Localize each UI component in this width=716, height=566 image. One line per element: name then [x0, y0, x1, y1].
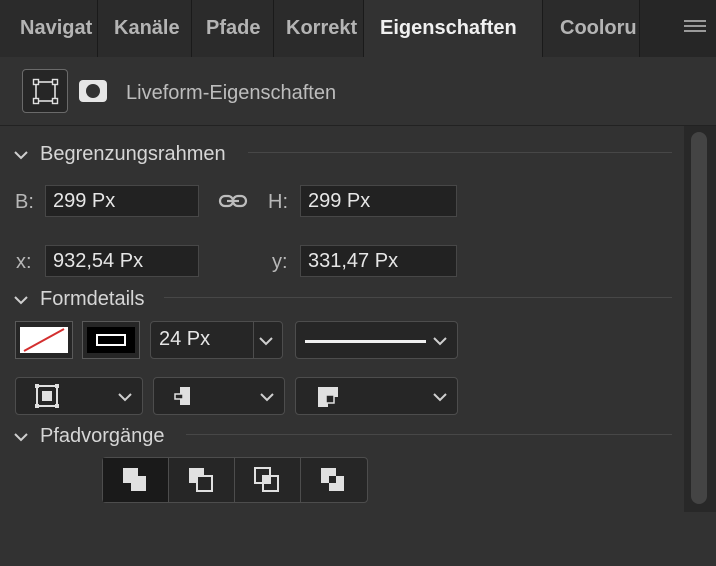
width-field[interactable]: 299 Px	[45, 185, 199, 217]
tab-channels[interactable]: Kanäle	[98, 0, 192, 57]
intersect-shapes-icon	[254, 467, 279, 492]
section-title: Formdetails	[40, 288, 145, 310]
chevron-down-icon	[433, 337, 447, 346]
subtract-shape-icon	[189, 468, 213, 492]
subtract-front-shape-button[interactable]	[169, 458, 235, 502]
stroke-align-inside-icon	[35, 384, 59, 408]
exclude-overlap-icon	[321, 468, 344, 491]
chevron-down-icon	[14, 143, 32, 166]
chevron-down-icon	[433, 393, 447, 402]
panel-menu-icon[interactable]	[684, 20, 706, 36]
x-label: x:	[16, 251, 32, 273]
stroke-color-swatch[interactable]	[82, 321, 140, 359]
properties-header: Liveform-Eigenschaften	[0, 57, 716, 126]
chevron-down-icon[interactable]	[257, 332, 275, 350]
live-shape-properties-label: Liveform-Eigenschaften	[126, 82, 337, 104]
tab-navigator[interactable]: Navigat	[0, 0, 98, 57]
no-fill-icon	[20, 327, 68, 353]
path-operations-section-toggle[interactable]: Pfadvorgänge	[14, 425, 165, 448]
stroke-caps-dropdown[interactable]	[153, 377, 285, 415]
chevron-down-icon	[118, 393, 132, 402]
stroke-width-value: 24 Px	[159, 328, 211, 350]
tab-color-lookup[interactable]: Cooloru	[543, 0, 640, 57]
section-divider	[164, 297, 672, 298]
x-position-field[interactable]: 932,54 Px	[45, 245, 199, 277]
link-chain-icon[interactable]	[218, 192, 248, 210]
live-shape-properties-button[interactable]	[22, 69, 68, 113]
divider	[253, 322, 254, 358]
y-label: y:	[272, 251, 288, 273]
mask-properties-button[interactable]	[78, 79, 108, 103]
fill-color-swatch[interactable]	[15, 321, 73, 359]
path-operations-group	[102, 457, 368, 503]
bounding-box-icon	[32, 78, 59, 105]
tab-properties[interactable]: Eigenschaften	[364, 0, 543, 57]
panel-scrollbar[interactable]	[684, 126, 716, 512]
stroke-width-field[interactable]: 24 Px	[150, 321, 283, 359]
chevron-down-icon	[14, 425, 32, 448]
chevron-down-icon	[260, 393, 274, 402]
section-divider	[186, 434, 672, 435]
width-label: B:	[15, 191, 34, 213]
y-position-field[interactable]: 331,47 Px	[300, 245, 457, 277]
line-cap-icon	[174, 387, 190, 405]
tab-paths[interactable]: Pfade	[192, 0, 274, 57]
shape-details-section-toggle[interactable]: Formdetails	[14, 288, 144, 311]
combine-shapes-icon	[123, 468, 146, 491]
height-label: H:	[268, 191, 288, 213]
height-field[interactable]: 299 Px	[300, 185, 457, 217]
panel-tab-bar: Navigat Kanäle Pfade Korrekt Eigenschaft…	[0, 0, 716, 57]
stroke-corners-dropdown[interactable]	[295, 377, 458, 415]
scrollbar-thumb[interactable]	[691, 132, 707, 504]
stroke-align-dropdown[interactable]	[15, 377, 143, 415]
combine-shapes-button[interactable]	[103, 458, 169, 502]
intersect-shapes-button[interactable]	[235, 458, 301, 502]
stroke-swatch-icon	[87, 327, 135, 353]
section-title: Begrenzungsrahmen	[40, 143, 226, 165]
line-corner-icon	[318, 387, 338, 407]
bounding-box-section-toggle[interactable]: Begrenzungsrahmen	[14, 143, 226, 166]
solid-line-icon	[305, 340, 426, 343]
stroke-type-dropdown[interactable]	[295, 321, 458, 359]
exclude-overlap-button[interactable]	[301, 458, 367, 502]
section-title: Pfadvorgänge	[40, 425, 165, 447]
section-divider	[248, 152, 672, 153]
mask-icon	[79, 80, 107, 102]
chevron-down-icon	[14, 288, 32, 311]
tab-adjustments[interactable]: Korrekt	[274, 0, 364, 57]
